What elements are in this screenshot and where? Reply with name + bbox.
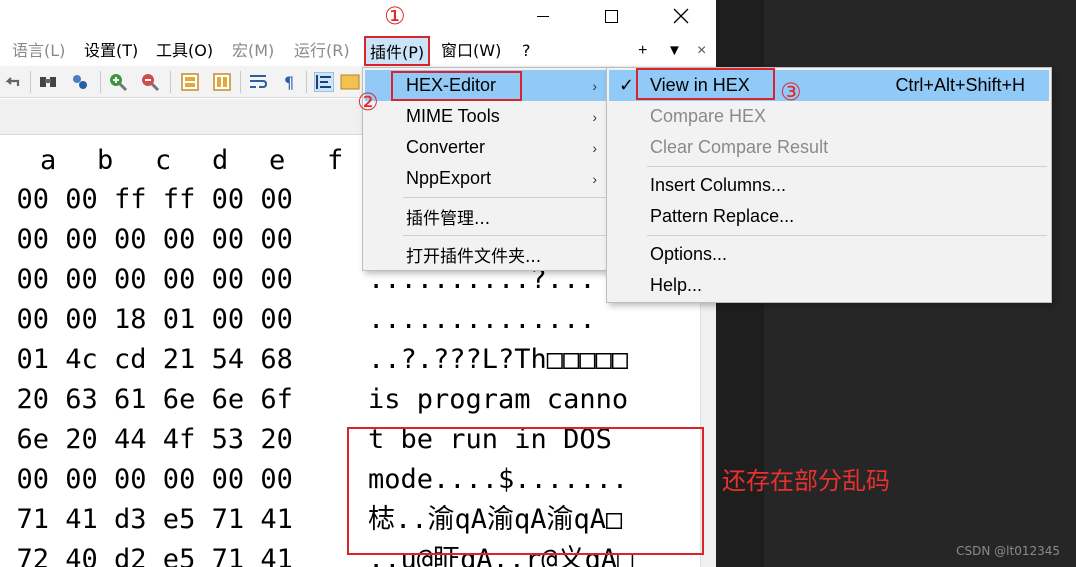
menu-item-label: Converter xyxy=(406,137,486,157)
hex-bytes: 8 01 4c cd 21 54 68 xyxy=(0,344,293,375)
step-marker-3: ③ xyxy=(780,78,802,106)
menu-plugins[interactable]: 插件(P) xyxy=(364,36,431,66)
plugins-menu-item-plugin-admin[interactable]: 插件管理... xyxy=(365,201,609,232)
toolbar-separator xyxy=(240,71,241,93)
plugins-menu-item-nppexport[interactable]: NppExport › xyxy=(365,163,609,194)
plugins-menu-item-open-plugins-folder[interactable]: 打开插件文件夹... xyxy=(365,239,609,270)
hex-column-label: f xyxy=(327,145,344,176)
hex-bytes: 0 00 00 00 00 00 00 xyxy=(0,224,293,255)
indent-guide-icon[interactable] xyxy=(314,72,334,92)
find-replace-icon[interactable] xyxy=(70,72,90,92)
hex-bytes: d 20 63 61 6e 6e 6f xyxy=(0,384,293,415)
submenu-item-options[interactable]: Options... xyxy=(609,239,1049,270)
sync-horizontal-icon[interactable] xyxy=(212,72,232,92)
hex-ascii: .............. xyxy=(368,304,596,335)
submenu-arrow-icon: › xyxy=(592,139,597,156)
hex-column-label: d xyxy=(212,145,229,176)
hex-row: 0 00 00 18 01 00 00.............. xyxy=(0,300,716,340)
close-icon xyxy=(673,8,689,24)
toolbar-separator xyxy=(30,71,31,93)
submenu-item-compare-hex: Compare HEX xyxy=(609,101,1049,132)
hex-bytes: 0 00 00 ff ff 00 00 xyxy=(0,184,293,215)
plugins-menu-item-mime-tools[interactable]: MIME Tools › xyxy=(365,101,609,132)
tab-list-control[interactable]: ▼ xyxy=(667,40,682,62)
submenu-arrow-icon: › xyxy=(592,77,597,94)
svg-text:¶: ¶ xyxy=(284,73,294,92)
minimize-button[interactable] xyxy=(520,0,566,32)
garbled-text-highlight-box xyxy=(347,427,704,555)
menu-item-label: NppExport xyxy=(406,168,492,188)
view-in-hex-highlight-box xyxy=(636,68,775,100)
new-tab-control[interactable]: + xyxy=(638,40,647,62)
hex-bytes: 0 00 00 00 00 00 00 xyxy=(0,464,293,495)
hex-bytes: d 72 40 d2 e5 71 41 xyxy=(0,544,293,567)
submenu-item-pattern-replace[interactable]: Pattern Replace... xyxy=(609,201,1049,232)
hex-bytes: 0 00 00 18 01 00 00 xyxy=(0,304,293,335)
close-tab-control[interactable]: × xyxy=(697,40,706,62)
menu-item-label: Help... xyxy=(650,275,703,295)
step-marker-2: ② xyxy=(357,88,379,116)
menu-help[interactable]: ? xyxy=(522,40,531,62)
menu-bar: 语言(L) 设置(T) 工具(O) 宏(M) 运行(R) 插件(P) 窗口(W)… xyxy=(0,36,716,66)
menu-item-label: Clear Compare Result xyxy=(650,137,829,157)
word-wrap-icon[interactable] xyxy=(248,72,268,92)
hex-column-label: a xyxy=(40,145,57,176)
show-all-characters-icon[interactable]: ¶ xyxy=(280,72,300,92)
submenu-arrow-icon: › xyxy=(592,108,597,125)
check-icon: ✓ xyxy=(619,75,635,95)
submenu-item-clear-compare-result: Clear Compare Result xyxy=(609,132,1049,163)
hex-column-label: b xyxy=(97,145,114,176)
hex-editor-submenu: ✓ View in HEX Ctrl+Alt+Shift+H Compare HEX… xyxy=(606,67,1052,303)
maximize-icon xyxy=(604,9,618,23)
menu-separator xyxy=(403,197,607,198)
menu-item-label: 打开插件文件夹... xyxy=(406,247,542,267)
maximize-button[interactable] xyxy=(588,0,634,32)
submenu-item-help[interactable]: Help... xyxy=(609,270,1049,301)
zoom-in-icon[interactable] xyxy=(108,72,128,92)
hex-bytes: 9 6e 20 44 4f 53 20 xyxy=(0,424,293,455)
menu-separator xyxy=(647,166,1047,167)
menu-window[interactable]: 窗口(W) xyxy=(441,40,501,62)
step-marker-1: ① xyxy=(384,2,406,30)
hex-editor-highlight-box xyxy=(391,71,522,101)
hex-bytes: 4 00 00 00 00 00 00 xyxy=(0,264,293,295)
menu-item-label: Compare HEX xyxy=(650,106,767,126)
hex-column-label: e xyxy=(269,145,286,176)
close-button[interactable] xyxy=(658,0,704,32)
hex-row: 8 01 4c cd 21 54 68 ..?.???L?Th□□□□□ xyxy=(0,340,716,380)
hex-ascii: ..?.???L?Th□□□□□ xyxy=(368,344,629,375)
menu-macro[interactable]: 宏(M) xyxy=(232,40,274,62)
watermark: CSDN @lt012345 xyxy=(956,544,1060,558)
menu-language[interactable]: 语言(L) xyxy=(12,40,65,62)
hex-bytes: 5 71 41 d3 e5 71 41 xyxy=(0,504,293,535)
menu-item-label: Pattern Replace... xyxy=(650,206,795,226)
menu-item-label: Options... xyxy=(650,244,728,264)
menu-tools[interactable]: 工具(O) xyxy=(156,40,213,62)
garbled-text-note: 还存在部分乱码 xyxy=(722,467,890,495)
menu-item-shortcut: Ctrl+Alt+Shift+H xyxy=(895,75,1025,95)
plugins-menu-item-converter[interactable]: Converter › xyxy=(365,132,609,163)
menu-item-label: Insert Columns... xyxy=(650,175,787,195)
submenu-item-insert-columns[interactable]: Insert Columns... xyxy=(609,170,1049,201)
menu-separator xyxy=(403,235,607,236)
redo-icon[interactable] xyxy=(2,72,22,92)
toolbar-separator xyxy=(306,71,307,93)
toolbar-separator xyxy=(100,71,101,93)
find-icon[interactable] xyxy=(38,72,58,92)
submenu-arrow-icon: › xyxy=(592,170,597,187)
menu-item-label: MIME Tools xyxy=(406,106,500,126)
hex-row: d 20 63 61 6e 6e 6f is program canno xyxy=(0,380,716,420)
hex-column-label: c xyxy=(155,145,172,176)
menu-settings[interactable]: 设置(T) xyxy=(84,40,138,62)
menu-run[interactable]: 运行(R) xyxy=(294,40,350,62)
toolbar-separator xyxy=(170,71,171,93)
hex-ascii: is program canno xyxy=(368,384,629,415)
minimize-icon xyxy=(537,15,549,17)
sync-vertical-icon[interactable] xyxy=(180,72,200,92)
menu-separator xyxy=(647,235,1047,236)
menu-item-label: 插件管理... xyxy=(406,209,491,229)
zoom-out-icon[interactable] xyxy=(140,72,160,92)
title-bar xyxy=(0,0,716,32)
